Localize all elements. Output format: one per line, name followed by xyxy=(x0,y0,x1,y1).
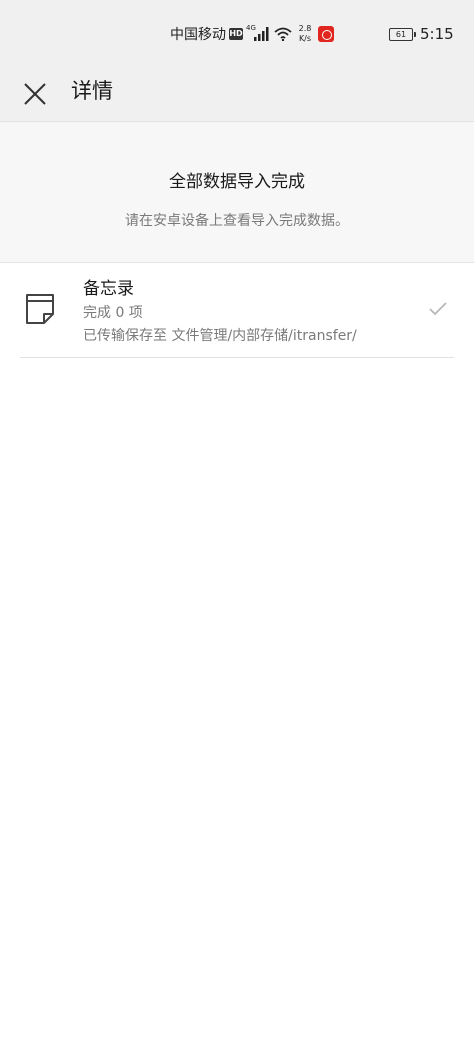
item-count: 完成 0 项 xyxy=(83,305,143,321)
notification-app-icon xyxy=(318,26,334,42)
close-icon xyxy=(24,83,46,105)
close-button[interactable] xyxy=(20,74,52,114)
network-speed: 2.8 K/s xyxy=(295,24,315,44)
battery-icon: 61 xyxy=(389,28,416,41)
import-summary: 全部数据导入完成 请在安卓设备上查看导入完成数据。 xyxy=(0,122,474,263)
list-item-memo[interactable]: 备忘录 完成 0 项 已传输保存至 文件管理/内部存储/itransfer/ xyxy=(20,263,454,358)
speed-value: 2.8 xyxy=(298,24,312,33)
page-title: 详情 xyxy=(71,79,113,103)
speed-unit: K/s xyxy=(298,34,312,43)
carrier-label: 中国移动 xyxy=(170,27,226,43)
status-bar: 中国移动 HD 4G 2.8 K/s 61 5:15 xyxy=(0,0,474,66)
signal-icon xyxy=(254,27,269,41)
hd-icon: HD xyxy=(229,28,243,40)
summary-title: 全部数据导入完成 xyxy=(169,172,305,192)
check-icon xyxy=(429,302,447,316)
clock: 5:15 xyxy=(420,25,454,43)
summary-subtitle: 请在安卓设备上查看导入完成数据。 xyxy=(125,213,349,229)
item-title: 备忘录 xyxy=(83,279,134,299)
memo-icon xyxy=(26,294,54,324)
item-save-path: 已传输保存至 文件管理/内部存储/itransfer/ xyxy=(83,328,357,344)
app-header: 详情 xyxy=(0,66,474,122)
wifi-icon xyxy=(274,27,292,41)
